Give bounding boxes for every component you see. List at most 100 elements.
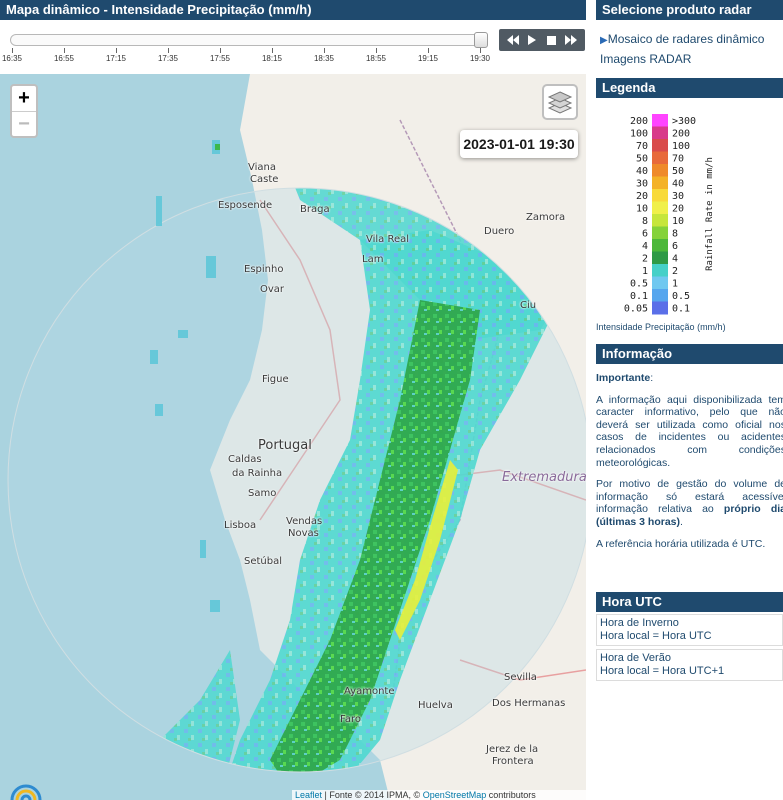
rewind-icon [506, 35, 519, 45]
legend-color-swatch [652, 289, 668, 302]
map-label-extremadura: Extremadura [502, 470, 586, 485]
legend-tick-label: 40 [636, 166, 648, 177]
timeline-tick: 17:35 [148, 48, 188, 63]
utc-table: Hora de Inverno Hora local = Hora UTC Ho… [596, 614, 783, 684]
map-label-samora: Samo [248, 488, 277, 499]
legend-tick-label: 0.5 [630, 279, 648, 290]
legend-tick-label: 0.1 [630, 291, 648, 302]
legend-color-swatch [652, 164, 668, 177]
time-slider-track[interactable] [10, 34, 488, 46]
map-label-novas: Novas [288, 528, 319, 539]
radar-link-mosaic-label: Mosaico de radares dinâmico [607, 32, 765, 46]
map-label-setubal: Setúbal [244, 556, 283, 567]
layers-button[interactable] [542, 84, 578, 120]
map-label-dos-hermanas: Dos Hermanas [492, 698, 566, 709]
legend-header: Legenda [596, 78, 783, 98]
legend-colorbar: 200 100 70 50 40 30 20 10 8 6 4 2 1 0.5 0.1 0.05 >300 200… [596, 108, 783, 322]
legend-tick-label: 50 [672, 166, 684, 177]
legend-tick-label: 2 [672, 266, 678, 277]
info-header: Informação [596, 344, 783, 364]
map-label-castelo: Caste [250, 174, 279, 185]
map-label-zamora: Zamora [526, 212, 566, 223]
legend-tick-label: 200 [672, 129, 690, 140]
legend-color-swatch [652, 114, 668, 127]
legend-tick-label: 4 [642, 241, 648, 252]
map-label-vila-real: Vila Real [366, 234, 410, 245]
legend-tick-label: 200 [630, 116, 648, 127]
timeline-ticks: 16:35 16:55 17:15 17:35 17:55 18:15 18:35 18:55… [0, 48, 586, 68]
utc-summer-title: Hora de Verão [600, 652, 671, 664]
play-icon [528, 35, 537, 45]
timeline: 16:35 16:55 17:15 17:35 17:55 18:15 18:35 18:55… [0, 22, 586, 70]
map-attribution: Leaflet | Fonte © 2014 IPMA, © OpenStree… [292, 790, 586, 800]
legend-tick-label: 8 [642, 216, 648, 227]
play-button[interactable] [524, 32, 540, 48]
ipma-logo-icon [8, 772, 44, 800]
radar-link-mosaic[interactable]: ▶Mosaico de radares dinâmico [600, 32, 764, 46]
utc-row-winter: Hora de Inverno Hora local = Hora UTC [596, 614, 783, 646]
utc-winter-title: Hora de Inverno [600, 617, 679, 629]
info-paragraph-2: Por motivo de gestão do volume de inform… [596, 478, 783, 528]
map-canvas [0, 74, 586, 800]
legend-color-swatch [652, 139, 668, 152]
legend-tick-label: 20 [636, 191, 648, 202]
stop-button[interactable] [544, 32, 560, 48]
timeline-tick: 19:30 [460, 48, 500, 63]
legend-tick-label: 30 [672, 191, 684, 202]
timeline-tick: 17:55 [200, 48, 240, 63]
map-label-portugal: Portugal [258, 438, 312, 453]
map-label-caldas: Caldas [228, 454, 262, 465]
fast-forward-icon [565, 35, 578, 45]
legend-tick-label: 40 [672, 179, 684, 190]
map-label-ovar: Ovar [260, 284, 285, 295]
legend-tick-label: 50 [636, 154, 648, 165]
map-label-figueira: Figue [262, 374, 289, 385]
map-label-huelva: Huelva [418, 700, 453, 711]
info-important-label: Importante [596, 372, 651, 384]
legend-tick-label: 10 [636, 204, 648, 215]
openstreetmap-link[interactable]: OpenStreetMap [423, 790, 487, 800]
legend-color-swatch [652, 226, 668, 240]
map-label-lamego: Lam [362, 254, 384, 265]
legend-color-swatch [652, 301, 668, 315]
fast-forward-button[interactable] [563, 32, 579, 48]
legend-tick-label: 70 [636, 141, 648, 152]
map-label-duero: Duero [484, 226, 515, 237]
legend-color-swatch [652, 239, 668, 252]
legend-tick-label: 20 [672, 204, 684, 215]
leaflet-link[interactable]: Leaflet [295, 790, 322, 800]
map-panel-title: Mapa dinâmico - Intensidade Precipitação… [0, 0, 586, 20]
utc-summer-value: Hora local = Hora UTC+1 [600, 665, 725, 677]
map-label-sevilla: Sevilla [504, 672, 537, 683]
attribution-contributors: contributors [486, 790, 536, 800]
attribution-source: | Fonte © 2014 IPMA, © [322, 790, 423, 800]
stop-icon [547, 35, 557, 45]
zoom-in-button[interactable]: + [12, 86, 36, 111]
legend-tick-label: 2 [642, 254, 648, 265]
legend-tick-label: 100 [672, 141, 690, 152]
map-label-vendas-novas: Vendas [286, 516, 323, 527]
timeline-tick: 19:15 [408, 48, 448, 63]
map-label-frontera: Frontera [492, 756, 534, 767]
active-arrow-icon: ▶ [600, 35, 608, 46]
zoom-out-button[interactable]: − [12, 111, 36, 136]
legend-color-swatch [652, 151, 668, 165]
radar-map[interactable]: Viana Caste Esposende Braga Espinho Ovar Vila … [0, 74, 586, 800]
radar-product-header: Selecione produto radar [596, 0, 783, 20]
legend-tick-label: 4 [672, 254, 678, 265]
radar-link-images[interactable]: Imagens RADAR [600, 52, 691, 66]
time-slider-thumb[interactable] [474, 32, 488, 48]
timeline-tick: 16:55 [44, 48, 84, 63]
legend-color-swatch [652, 214, 668, 227]
info-important-suffix: : [650, 372, 654, 384]
info-body: Importante: A informação aqui disponibil… [596, 372, 783, 559]
legend-tick-label: 30 [636, 179, 648, 190]
utc-row-summer: Hora de Verão Hora local = Hora UTC+1 [596, 649, 783, 681]
map-timestamp: 2023-01-01 19:30 [460, 130, 578, 158]
legend-color-swatch [652, 264, 668, 277]
rewind-button[interactable] [505, 32, 521, 48]
legend-tick-label: 0.05 [624, 304, 648, 315]
utc-winter-value: Hora local = Hora UTC [600, 630, 712, 642]
map-label-jerez: Jerez de la [486, 744, 539, 755]
legend-color-swatch [652, 276, 668, 290]
